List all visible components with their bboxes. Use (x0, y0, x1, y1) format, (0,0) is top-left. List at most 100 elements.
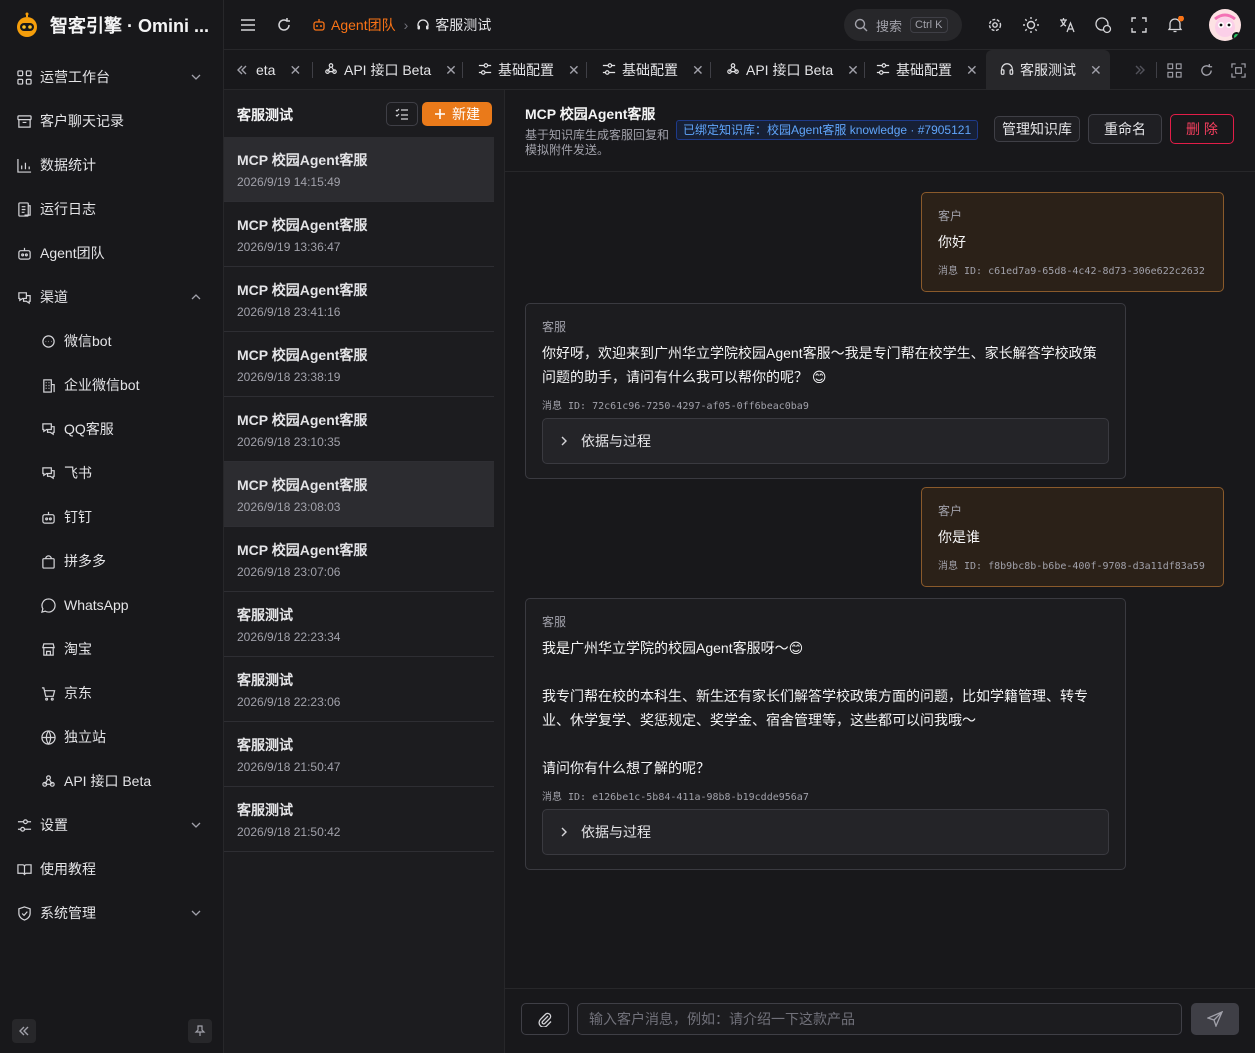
close-icon[interactable]: ✕ (966, 62, 978, 79)
online-status-dot (1232, 32, 1241, 41)
new-conversation-button[interactable]: 新建 (422, 102, 492, 126)
conversation-title: MCP 校园Agent客服 (237, 152, 368, 168)
breadcrumb-separator-icon: › (403, 17, 409, 33)
palette-button[interactable] (1093, 15, 1113, 35)
conversation-item[interactable]: MCP 校园Agent客服 2026/9/19 14:15:49 (224, 137, 494, 202)
sidebar-item-7[interactable]: 企业微信bot (0, 363, 224, 407)
globe-icon (40, 729, 56, 745)
sidebar-item-19[interactable]: 系统管理 (0, 891, 224, 935)
tab-4[interactable]: API 接口 Beta ✕ (726, 50, 859, 90)
sidebar-item-15[interactable]: 独立站 (0, 715, 224, 759)
conversation-item[interactable]: 客服测试 2026/9/18 22:23:06 (224, 657, 494, 722)
brand[interactable]: 智客引擎 · Omini ... (14, 10, 209, 40)
sidebar-item-11[interactable]: 拼多多 (0, 539, 224, 583)
sidebar-item-3[interactable]: 运行日志 (0, 187, 224, 231)
breadcrumb-parent[interactable]: Agent团队 (312, 15, 396, 35)
sidebar-item-17[interactable]: 设置 (0, 803, 224, 847)
sidebar-item-14[interactable]: 京东 (0, 671, 224, 715)
tab-1[interactable]: API 接口 Beta ✕ (324, 50, 457, 90)
knowledge-base-tag[interactable]: 已绑定知识库：校园Agent客服 knowledge · #7905121 (676, 120, 979, 140)
message-text: 你是谁 (938, 529, 980, 545)
attach-button[interactable] (521, 1003, 569, 1035)
bot-icon (41, 511, 55, 524)
whatsapp-icon (40, 597, 56, 613)
tabs-scroll-left-button[interactable] (232, 60, 252, 80)
sidebar-item-label: QQ客服 (64, 421, 114, 437)
conversation-item[interactable]: MCP 校园Agent客服 2026/9/18 23:08:03 (224, 462, 494, 527)
conversation-item[interactable]: 客服测试 2026/9/18 21:50:47 (224, 722, 494, 787)
close-icon[interactable]: ✕ (445, 62, 457, 79)
conversation-time: 2026/9/18 22:23:34 (237, 630, 341, 644)
sidebar-item-2[interactable]: 数据统计 (0, 143, 224, 187)
search-button[interactable]: 搜索 Ctrl K (844, 9, 962, 41)
message-input[interactable] (577, 1003, 1182, 1035)
manage-knowledge-base-button[interactable]: 管理知识库 (994, 116, 1080, 142)
hamburger-icon (241, 19, 255, 31)
sidebar-item-10[interactable]: 钉钉 (0, 495, 224, 539)
webhook-icon (41, 774, 55, 787)
sidebar-item-1[interactable]: 客户聊天记录 (0, 99, 224, 143)
sidebar: 智客引擎 · Omini ... 运营工作台 客户聊天记录 数据统计 运行日志 Agen… (0, 0, 224, 1053)
collapse-sidebar-button[interactable] (12, 1019, 36, 1043)
tab-grid-button[interactable] (1164, 60, 1184, 80)
conversation-item[interactable]: MCP 校园Agent客服 2026/9/18 23:38:19 (224, 332, 494, 397)
settings-button[interactable] (985, 15, 1005, 35)
tab-refresh-button[interactable] (1196, 60, 1216, 80)
close-icon[interactable]: ✕ (568, 62, 580, 79)
conversation-item[interactable]: MCP 校园Agent客服 2026/9/18 23:07:06 (224, 527, 494, 592)
close-icon[interactable]: ✕ (692, 62, 704, 79)
conversation-list-header: 客服测试 新建 (224, 90, 494, 136)
sidebar-item-label: WhatsApp (64, 597, 129, 613)
rename-button[interactable]: 重命名 (1088, 114, 1162, 144)
tabs-scroll-right-button[interactable] (1130, 60, 1150, 80)
send-button[interactable] (1191, 1003, 1239, 1035)
pin-sidebar-button[interactable] (188, 1019, 212, 1043)
sun-icon (1023, 17, 1039, 33)
chat-bubble-icon (41, 334, 55, 348)
tab-3[interactable]: 基础配置 ✕ (602, 50, 704, 90)
shopping-bag-icon (41, 554, 55, 569)
close-icon[interactable]: ✕ (289, 62, 301, 79)
sidebar-item-8[interactable]: QQ客服 (0, 407, 224, 451)
tab-0[interactable]: eta ✕ (256, 50, 302, 90)
sidebar-item-18[interactable]: 使用教程 (0, 847, 224, 891)
building-icon (42, 378, 55, 393)
tab-screenshot-button[interactable] (1228, 60, 1248, 80)
sidebar-item-9[interactable]: 飞书 (0, 451, 224, 495)
close-icon[interactable]: ✕ (847, 62, 859, 79)
sidebar-item-6[interactable]: 微信bot (0, 319, 224, 363)
refresh-button[interactable] (274, 15, 294, 35)
theme-toggle-button[interactable] (1021, 15, 1041, 35)
customer-message: 客户 你好 消息 ID: c61ed7a9-65d8-4c42-8d73-306… (921, 192, 1224, 292)
delete-button[interactable]: 删 除 (1170, 114, 1234, 144)
conversation-item[interactable]: MCP 校园Agent客服 2026/9/19 13:36:47 (224, 202, 494, 267)
sidebar-item-13[interactable]: 淘宝 (0, 627, 224, 671)
menu-toggle-button[interactable] (238, 15, 258, 35)
notifications-button[interactable] (1165, 15, 1185, 35)
tab-5[interactable]: 基础配置 ✕ (876, 50, 978, 90)
conversation-item[interactable]: 客服测试 2026/9/18 22:23:34 (224, 592, 494, 657)
tab-label: eta (256, 62, 276, 78)
sidebar-item-label: 使用教程 (40, 861, 96, 877)
avatar[interactable] (1209, 9, 1241, 41)
reasoning-expander[interactable]: 依据与过程 (542, 809, 1109, 855)
sidebar-item-5[interactable]: 渠道 (0, 275, 224, 319)
message-role: 客户 (938, 209, 963, 223)
tab-2[interactable]: 基础配置 ✕ (478, 50, 580, 90)
tab-6[interactable]: 客服测试 ✕ (986, 50, 1110, 90)
language-button[interactable] (1057, 15, 1077, 35)
conversation-item[interactable]: MCP 校园Agent客服 2026/9/18 23:41:16 (224, 267, 494, 332)
channels-icon (17, 291, 31, 304)
sidebar-item-4[interactable]: Agent团队 (0, 231, 224, 275)
sidebar-item-12[interactable]: WhatsApp (0, 583, 224, 627)
filter-button[interactable] (386, 102, 418, 126)
conversation-item[interactable]: 客服测试 2026/9/18 21:50:42 (224, 787, 494, 852)
plus-icon (435, 109, 445, 119)
reasoning-expander[interactable]: 依据与过程 (542, 418, 1109, 464)
fullscreen-button[interactable] (1129, 15, 1149, 35)
close-icon[interactable]: ✕ (1090, 62, 1102, 79)
sidebar-item-0[interactable]: 运营工作台 (0, 55, 224, 99)
sidebar-item-16[interactable]: API 接口 Beta (0, 759, 224, 803)
tab-label: 基础配置 (896, 62, 952, 78)
conversation-item[interactable]: MCP 校园Agent客服 2026/9/18 23:10:35 (224, 397, 494, 462)
